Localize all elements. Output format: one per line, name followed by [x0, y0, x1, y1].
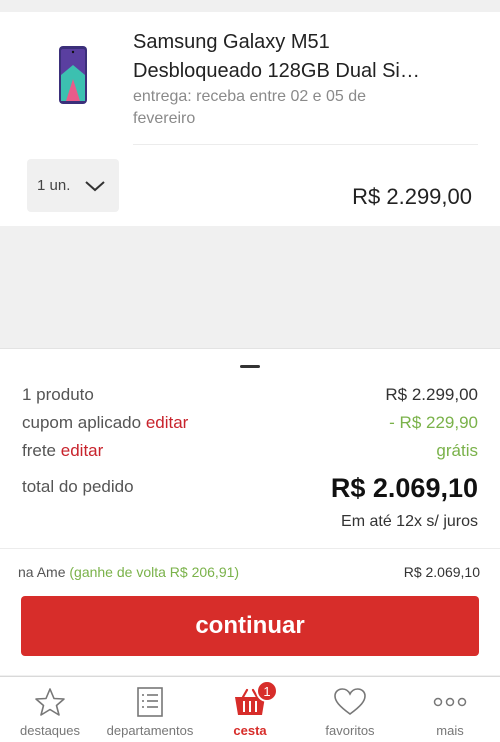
tab-destaques[interactable]: destaques [0, 677, 100, 742]
summary-row-total: total do pedido R$ 2.069,10 [22, 473, 478, 504]
product-name-line1: Samsung Galaxy M51 [133, 31, 330, 53]
divider [133, 144, 478, 145]
tab-label: departamentos [106, 723, 194, 738]
product-thumbnail[interactable] [58, 45, 88, 105]
products-value: R$ 2.299,00 [385, 385, 478, 404]
summary-row-products: 1 produto R$ 2.299,00 [22, 385, 478, 405]
chevron-down-icon [85, 180, 106, 191]
quantity-select[interactable]: 1 un. [27, 159, 119, 212]
tab-cesta[interactable]: 1 cesta [200, 677, 300, 742]
ame-cashback-row: na Ame (ganhe de volta R$ 206,91) R$ 2.0… [18, 564, 480, 580]
total-value: R$ 2.069,10 [330, 473, 478, 503]
heart-icon [334, 688, 366, 715]
shipping-label: frete [22, 441, 57, 460]
shipping-edit-link[interactable]: editar [61, 441, 104, 460]
item-price: R$ 2.299,00 [352, 184, 472, 209]
tab-departamentos[interactable]: departamentos [100, 677, 200, 742]
cart-item-card: Samsung Galaxy M51 Desbloqueado 128GB Du… [0, 12, 500, 226]
more-icon [433, 697, 467, 707]
list-icon [137, 687, 163, 717]
cart-count-badge: 1 [256, 680, 278, 702]
ame-total: R$ 2.069,10 [403, 564, 480, 580]
order-summary-sheet: 1 produto R$ 2.299,00 cupom aplicado edi… [0, 348, 500, 675]
summary-row-shipping: frete editar grátis [22, 441, 478, 461]
top-strip [0, 0, 500, 12]
product-name[interactable]: Samsung Galaxy M51 Desbloqueado 128GB Du… [133, 28, 478, 86]
sheet-drag-handle[interactable] [240, 365, 260, 368]
installments-info: Em até 12x s/ juros [341, 513, 478, 530]
ame-cashback: (ganhe de volta R$ 206,91) [69, 564, 240, 580]
coupon-edit-link[interactable]: editar [146, 413, 189, 432]
continue-button[interactable]: continuar [21, 596, 479, 656]
shipping-value: grátis [436, 441, 478, 460]
quantity-value: 1 un. [37, 177, 71, 194]
tab-label: favoritos [325, 723, 375, 738]
delivery-estimate: entrega: receba entre 02 e 05 de feverei… [133, 86, 478, 130]
summary-row-coupon: cupom aplicado editar - R$ 229,90 [22, 413, 478, 433]
bottom-tab-bar: destaques departamentos 1 cesta favorito… [0, 676, 500, 742]
products-label: 1 produto [22, 385, 94, 404]
total-label: total do pedido [22, 477, 134, 496]
tab-label: destaques [20, 723, 80, 738]
coupon-label: cupom aplicado [22, 413, 142, 432]
tab-favoritos[interactable]: favoritos [300, 677, 400, 742]
ame-label: na Ame [18, 564, 66, 580]
delivery-line2: fevereiro [133, 110, 196, 127]
product-name-line2: Desbloqueado 128GB Dual Si… [133, 60, 420, 82]
divider [0, 548, 500, 549]
star-icon [35, 688, 65, 716]
tab-label: mais [436, 723, 464, 738]
tab-label: cesta [233, 723, 267, 738]
coupon-discount: - R$ 229,90 [389, 413, 478, 432]
tab-mais[interactable]: mais [400, 677, 500, 742]
delivery-line1: entrega: receba entre 02 e 05 de [133, 88, 367, 105]
